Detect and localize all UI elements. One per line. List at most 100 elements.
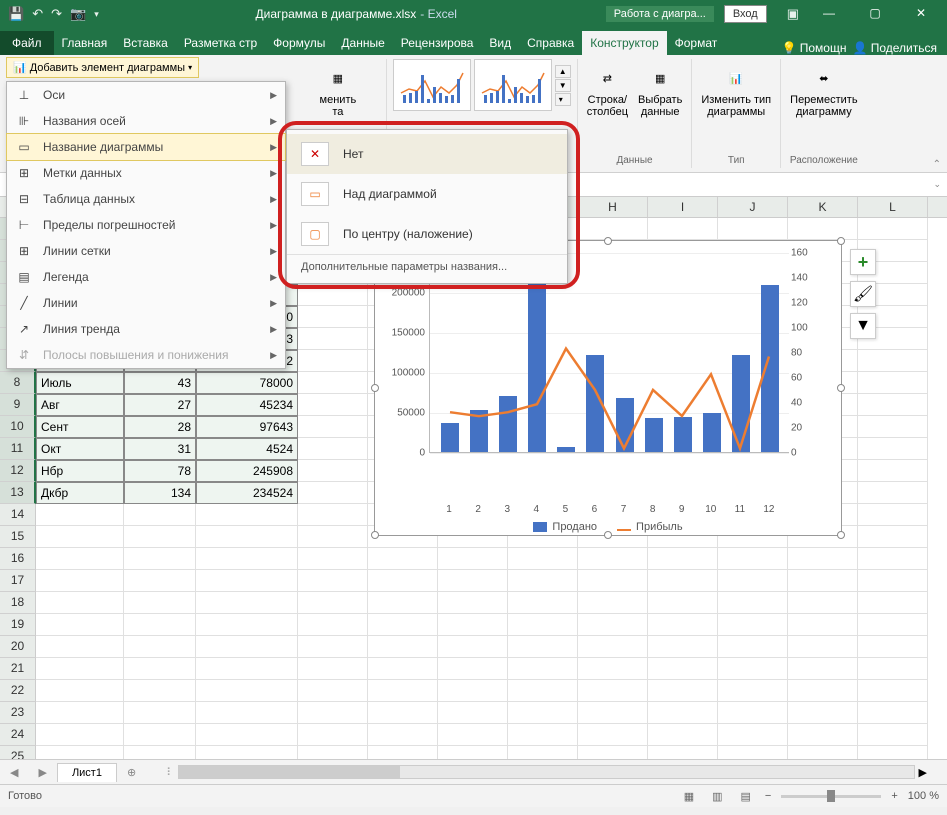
cell-b13[interactable]: 134 (124, 482, 196, 504)
maximize-button[interactable]: ▢ (859, 6, 891, 22)
style-more[interactable]: ▾ (555, 93, 571, 106)
new-sheet-button[interactable]: ⊕ (117, 766, 146, 779)
tab-insert[interactable]: Вставка (115, 31, 176, 55)
view-page-break-icon[interactable]: ▤ (737, 788, 755, 805)
row-header-9[interactable]: 9 (0, 394, 36, 416)
scroll-right-icon[interactable]: ▶ (919, 766, 927, 779)
ribbon-options-icon[interactable]: ▣ (787, 6, 799, 22)
sheet-nav-left[interactable]: ◀ (0, 766, 28, 779)
camera-icon[interactable]: 📷 (70, 6, 86, 22)
cell-a12[interactable]: Нбр (36, 460, 124, 482)
sheet-nav-right[interactable]: ▶ (28, 766, 56, 779)
embedded-chart[interactable]: Продано Прибыль 050000100000150000200000… (374, 240, 842, 536)
style-scroll-down[interactable]: ▼ (555, 79, 571, 92)
quick-layout-button[interactable]: ▦ менить та (317, 59, 360, 121)
cell-a11[interactable]: Окт (36, 438, 124, 460)
row-header-10[interactable]: 10 (0, 416, 36, 438)
cell-c11[interactable]: 4524 (196, 438, 298, 460)
save-icon[interactable]: 💾 (8, 6, 24, 22)
zoom-level[interactable]: 100 % (908, 790, 939, 802)
horizontal-scrollbar[interactable] (178, 765, 914, 779)
row-header-15[interactable]: 15 (0, 526, 36, 548)
row-header-20[interactable]: 20 (0, 636, 36, 658)
switch-row-column-button[interactable]: ⇄Строка/ столбец (584, 59, 631, 121)
row-header-8[interactable]: 8 (0, 372, 36, 394)
menu-data-table[interactable]: ⊟Таблица данных▶ (7, 186, 285, 212)
col-header-j[interactable]: J (718, 197, 788, 217)
style-scroll-up[interactable]: ▲ (555, 65, 571, 78)
minimize-button[interactable]: — (813, 6, 845, 22)
menu-legend[interactable]: ▤Легенда▶ (7, 264, 285, 290)
tab-data[interactable]: Данные (333, 31, 392, 55)
tab-page-layout[interactable]: Разметка стр (176, 31, 265, 55)
menu-data-labels[interactable]: ⊞Метки данных▶ (7, 160, 285, 186)
cell-b10[interactable]: 28 (124, 416, 196, 438)
cell-a10[interactable]: Сент (36, 416, 124, 438)
menu-gridlines[interactable]: ⊞Линии сетки▶ (7, 238, 285, 264)
zoom-slider[interactable] (781, 795, 881, 798)
submenu-centered-overlay[interactable]: ▢По центру (наложение) (287, 214, 567, 254)
cell-c8[interactable]: 78000 (196, 372, 298, 394)
row-header-13[interactable]: 13 (0, 482, 36, 504)
view-page-layout-icon[interactable]: ▥ (708, 788, 726, 805)
row-header-12[interactable]: 12 (0, 460, 36, 482)
qat-dropdown-icon[interactable]: ▾ (94, 9, 99, 20)
chart-styles-button[interactable]: 🖌 (850, 281, 876, 307)
cell-b11[interactable]: 31 (124, 438, 196, 460)
menu-axes[interactable]: ⊥Оси▶ (7, 82, 285, 108)
row-header-19[interactable]: 19 (0, 614, 36, 636)
cell-a13[interactable]: Дкбр (36, 482, 124, 504)
cell-c10[interactable]: 97643 (196, 416, 298, 438)
cell-b9[interactable]: 27 (124, 394, 196, 416)
change-chart-type-button[interactable]: 📊Изменить тип диаграммы (698, 59, 774, 121)
row-header-24[interactable]: 24 (0, 724, 36, 746)
chart-elements-button[interactable]: + (850, 249, 876, 275)
cell-b8[interactable]: 43 (124, 372, 196, 394)
add-chart-element-button[interactable]: 📊 Добавить элемент диаграммы ▾ (6, 57, 199, 78)
col-header-h[interactable]: H (578, 197, 648, 217)
tab-chart-format[interactable]: Формат (667, 31, 726, 55)
chart-style-2[interactable] (474, 59, 552, 111)
chart-legend[interactable]: Продано Прибыль (375, 521, 841, 533)
select-data-button[interactable]: ▦Выбрать данные (635, 59, 685, 121)
row-header-14[interactable]: 14 (0, 504, 36, 526)
col-header-i[interactable]: I (648, 197, 718, 217)
tab-chart-design[interactable]: Конструктор (582, 31, 666, 55)
tab-file[interactable]: Файл (0, 31, 54, 55)
cell-b12[interactable]: 78 (124, 460, 196, 482)
menu-chart-title[interactable]: ▭Название диаграммы▶ (6, 133, 286, 161)
login-button[interactable]: Вход (724, 5, 767, 23)
zoom-in-button[interactable]: + (891, 790, 897, 802)
line-series[interactable] (450, 349, 769, 449)
menu-error-bars[interactable]: ⊢Пределы погрешностей▶ (7, 212, 285, 238)
sheet-tab-1[interactable]: Лист1 (57, 763, 117, 782)
tab-review[interactable]: Рецензирова (393, 31, 482, 55)
row-header-21[interactable]: 21 (0, 658, 36, 680)
row-header-18[interactable]: 18 (0, 592, 36, 614)
expand-formula-icon[interactable]: ⌄ (927, 179, 947, 190)
submenu-more-options[interactable]: Дополнительные параметры названия... (287, 254, 567, 279)
tab-formulas[interactable]: Формулы (265, 31, 333, 55)
row-header-22[interactable]: 22 (0, 680, 36, 702)
row-header-23[interactable]: 23 (0, 702, 36, 724)
chart-filters-button[interactable]: ▼ (850, 313, 876, 339)
row-header-25[interactable]: 25 (0, 746, 36, 759)
cell-c12[interactable]: 245908 (196, 460, 298, 482)
zoom-out-button[interactable]: − (765, 790, 771, 802)
cell-c9[interactable]: 45234 (196, 394, 298, 416)
submenu-none[interactable]: ✕Нет (287, 134, 567, 174)
tab-view[interactable]: Вид (481, 31, 519, 55)
row-header-11[interactable]: 11 (0, 438, 36, 460)
undo-icon[interactable]: ↶ (32, 6, 43, 22)
col-header-k[interactable]: K (788, 197, 858, 217)
menu-axis-titles[interactable]: ⊪Названия осей▶ (7, 108, 285, 134)
cell-c13[interactable]: 234524 (196, 482, 298, 504)
share-button[interactable]: 👤 Поделиться (852, 41, 937, 55)
tell-me-button[interactable]: 💡 Помощн (781, 41, 846, 55)
submenu-above-chart[interactable]: ▭Над диаграммой (287, 174, 567, 214)
collapse-ribbon-icon[interactable]: ⌃ (933, 159, 941, 170)
tab-help[interactable]: Справка (519, 31, 582, 55)
tab-home[interactable]: Главная (54, 31, 116, 55)
redo-icon[interactable]: ↷ (51, 6, 62, 22)
move-chart-button[interactable]: ⬌Переместить диаграмму (787, 59, 860, 121)
